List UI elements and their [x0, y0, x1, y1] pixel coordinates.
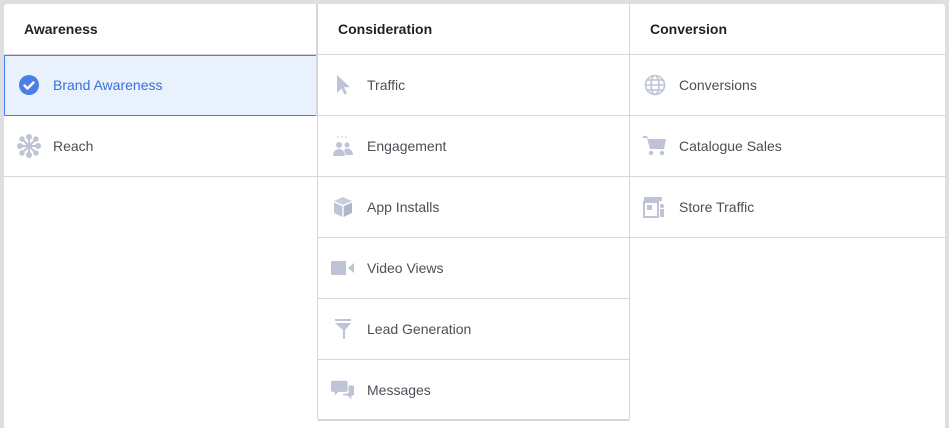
- objective-reach[interactable]: Reach: [4, 116, 317, 177]
- check-circle-icon: [17, 73, 41, 97]
- column-header: Consideration: [318, 4, 629, 55]
- column-divider: [316, 4, 317, 116]
- item-label: Reach: [53, 138, 94, 154]
- column-header: Awareness: [4, 4, 317, 55]
- people-icon: [331, 134, 355, 158]
- objective-lead-generation[interactable]: Lead Generation: [318, 299, 629, 360]
- globe-icon: [643, 73, 667, 97]
- conversion-column: Conversion Conversions Catalogue Sales S…: [630, 4, 945, 424]
- store-icon: [643, 195, 667, 219]
- reach-icon: [17, 134, 41, 158]
- funnel-icon: [331, 317, 355, 341]
- objective-app-installs[interactable]: App Installs: [318, 177, 629, 238]
- objective-engagement[interactable]: Engagement: [318, 116, 629, 177]
- item-label: Video Views: [367, 260, 444, 276]
- objective-brand-awareness[interactable]: Brand Awareness: [4, 55, 317, 116]
- objective-panel: Awareness Brand Awareness Reach Consider…: [4, 4, 945, 428]
- column-header: Conversion: [630, 4, 945, 55]
- item-label: Traffic: [367, 77, 406, 93]
- consideration-column: Consideration Traffic Engagement App Ins…: [317, 4, 630, 421]
- objective-conversions[interactable]: Conversions: [630, 55, 945, 116]
- video-camera-icon: [331, 256, 355, 280]
- objective-video-views[interactable]: Video Views: [318, 238, 629, 299]
- item-label: Engagement: [367, 138, 447, 154]
- box-icon: [331, 195, 355, 219]
- cart-icon: [643, 134, 667, 158]
- item-label: Catalogue Sales: [679, 138, 782, 154]
- item-label: Store Traffic: [679, 199, 755, 215]
- objective-traffic[interactable]: Traffic: [318, 55, 629, 116]
- item-label: Lead Generation: [367, 321, 472, 337]
- cursor-icon: [331, 73, 355, 97]
- objective-store-traffic[interactable]: Store Traffic: [630, 177, 945, 238]
- column-divider: [629, 4, 630, 420]
- objective-catalogue-sales[interactable]: Catalogue Sales: [630, 116, 945, 177]
- item-label: Conversions: [679, 77, 757, 93]
- objective-messages[interactable]: Messages: [318, 360, 629, 421]
- item-label: App Installs: [367, 199, 440, 215]
- item-label: Messages: [367, 382, 431, 398]
- item-label: Brand Awareness: [53, 77, 163, 93]
- chat-bubbles-icon: [331, 378, 355, 402]
- awareness-column: Awareness Brand Awareness Reach: [4, 4, 317, 424]
